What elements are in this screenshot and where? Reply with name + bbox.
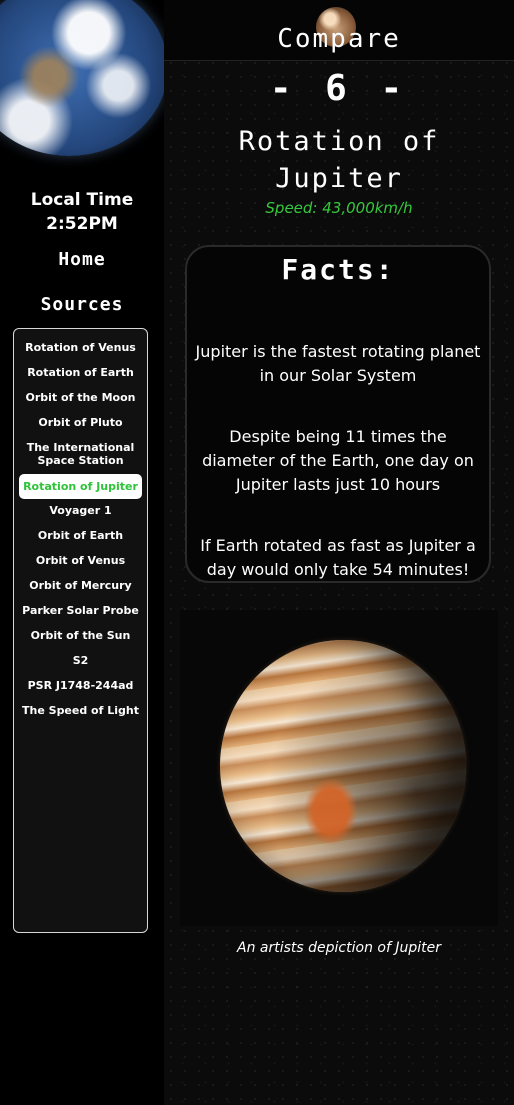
- source-link[interactable]: The International Space Station: [19, 436, 142, 474]
- local-time: Local Time 2:52PM: [0, 188, 164, 236]
- local-time-label: Local Time: [30, 190, 134, 210]
- source-link[interactable]: Parker Solar Probe: [19, 599, 142, 624]
- image-caption: An artists depiction of Jupiter: [237, 940, 441, 956]
- comparison-number: - 6 -: [269, 68, 409, 109]
- source-link[interactable]: Rotation of Venus: [19, 336, 142, 361]
- source-link-active[interactable]: Rotation of Jupiter: [19, 474, 142, 499]
- sources-heading[interactable]: Sources: [0, 294, 164, 315]
- jupiter-image: [220, 640, 466, 892]
- source-link[interactable]: Orbit of Pluto: [19, 411, 142, 436]
- sources-panel: Rotation of Venus Rotation of Earth Orbi…: [13, 328, 148, 933]
- source-link[interactable]: Orbit of Venus: [19, 549, 142, 574]
- page: Local Time 2:52PM Home Sources Rotation …: [0, 0, 514, 1105]
- local-time-value: 2:52PM: [46, 214, 118, 234]
- source-link[interactable]: Orbit of Mercury: [19, 574, 142, 599]
- main-content: Compare - 6 - Rotation of Jupiter Speed:…: [164, 0, 514, 1105]
- page-title[interactable]: Compare: [164, 24, 514, 54]
- sidebar: Local Time 2:52PM Home Sources Rotation …: [0, 0, 168, 1105]
- fact-item: If Earth rotated as fast as Jupiter a da…: [200, 536, 476, 579]
- home-link[interactable]: Home: [0, 249, 164, 270]
- source-link[interactable]: Orbit of Earth: [19, 524, 142, 549]
- speed-label: Speed: 43,000km/h: [265, 199, 413, 217]
- source-link[interactable]: The Speed of Light: [19, 699, 142, 724]
- fact-item: Despite being 11 times the diameter of t…: [202, 427, 474, 494]
- source-link[interactable]: Voyager 1: [19, 499, 142, 524]
- jupiter-image-frame: [180, 610, 498, 926]
- source-link[interactable]: S2: [19, 649, 142, 674]
- fact-item: Jupiter is the fastest rotating planet i…: [195, 342, 481, 385]
- sources-list: Rotation of Venus Rotation of Earth Orbi…: [14, 329, 147, 724]
- source-link[interactable]: Orbit of the Sun: [19, 624, 142, 649]
- earth-image: [0, 0, 168, 156]
- facts-panel: Facts: Jupiter is the fastest rotating p…: [185, 245, 491, 583]
- source-link[interactable]: Rotation of Earth: [19, 361, 142, 386]
- facts-title: Facts:: [281, 253, 395, 286]
- source-link[interactable]: PSR J1748-244ad: [19, 674, 142, 699]
- section-heading: Rotation of Jupiter: [238, 126, 440, 194]
- source-link[interactable]: Orbit of the Moon: [19, 386, 142, 411]
